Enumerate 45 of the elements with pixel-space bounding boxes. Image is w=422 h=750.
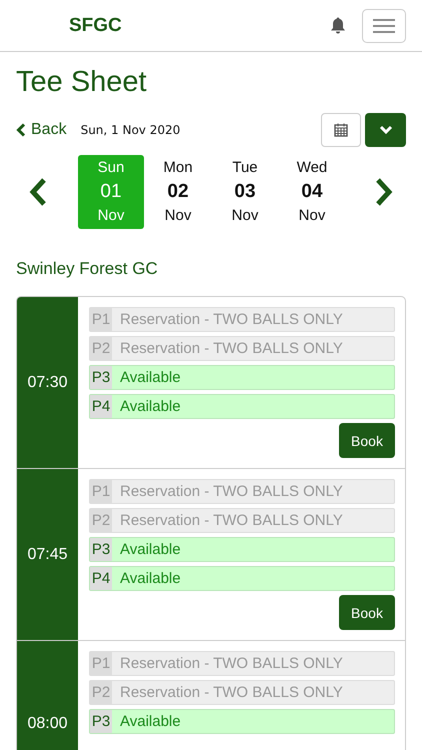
tee-time: 08:00 xyxy=(17,641,78,750)
player-slot[interactable]: P3 Available xyxy=(89,537,395,562)
player-position: P3 xyxy=(90,366,112,389)
player-position: P1 xyxy=(90,652,112,675)
back-link[interactable]: Back xyxy=(16,121,67,139)
player-status: Available xyxy=(119,569,181,589)
player-position: P2 xyxy=(90,509,112,532)
player-slot[interactable]: P4 Available xyxy=(89,566,395,591)
player-slot[interactable]: P3 Available xyxy=(89,365,395,390)
chevron-down-icon xyxy=(378,125,392,135)
player-position: P3 xyxy=(90,710,112,733)
player-status: Available xyxy=(119,540,181,560)
dropdown-button[interactable] xyxy=(365,113,406,147)
tee-time: 07:30 xyxy=(17,297,78,468)
player-position: P3 xyxy=(90,538,112,561)
bell-icon[interactable] xyxy=(330,17,346,34)
player-position: P4 xyxy=(90,567,112,590)
tee-time: 07:45 xyxy=(17,469,78,640)
player-status: Reservation - TWO BALLS ONLY xyxy=(119,683,343,703)
menu-icon xyxy=(372,18,396,34)
player-status: Reservation - TWO BALLS ONLY xyxy=(119,482,343,502)
player-position: P1 xyxy=(90,480,112,503)
menu-button[interactable] xyxy=(362,8,406,42)
page-title: Tee Sheet xyxy=(16,65,148,100)
date-text: Sun, 1 Nov 2020 xyxy=(80,123,180,137)
chevron-left-icon xyxy=(16,123,26,137)
player-status: Available xyxy=(119,368,181,388)
player-position: P1 xyxy=(90,308,112,331)
player-position: P2 xyxy=(90,337,112,360)
book-button[interactable]: Book xyxy=(339,423,395,458)
club-name: Swinley Forest GC xyxy=(16,259,159,280)
player-status: Available xyxy=(119,712,181,732)
player-status: Reservation - TWO BALLS ONLY xyxy=(119,310,343,330)
player-status: Available xyxy=(119,397,181,417)
player-slot[interactable]: P4 Available xyxy=(89,394,395,419)
player-position: P4 xyxy=(90,395,112,418)
book-button[interactable]: Book xyxy=(339,595,395,630)
player-status: Reservation - TWO BALLS ONLY xyxy=(119,511,343,531)
player-status: Reservation - TWO BALLS ONLY xyxy=(119,654,343,674)
calendar-button[interactable] xyxy=(321,113,361,147)
calendar-icon xyxy=(334,123,348,137)
logo-text: SFGC xyxy=(69,14,122,36)
player-slot[interactable]: P3 Available xyxy=(89,709,395,734)
player-status: Reservation - TWO BALLS ONLY xyxy=(119,339,343,359)
player-position: P2 xyxy=(90,681,112,704)
